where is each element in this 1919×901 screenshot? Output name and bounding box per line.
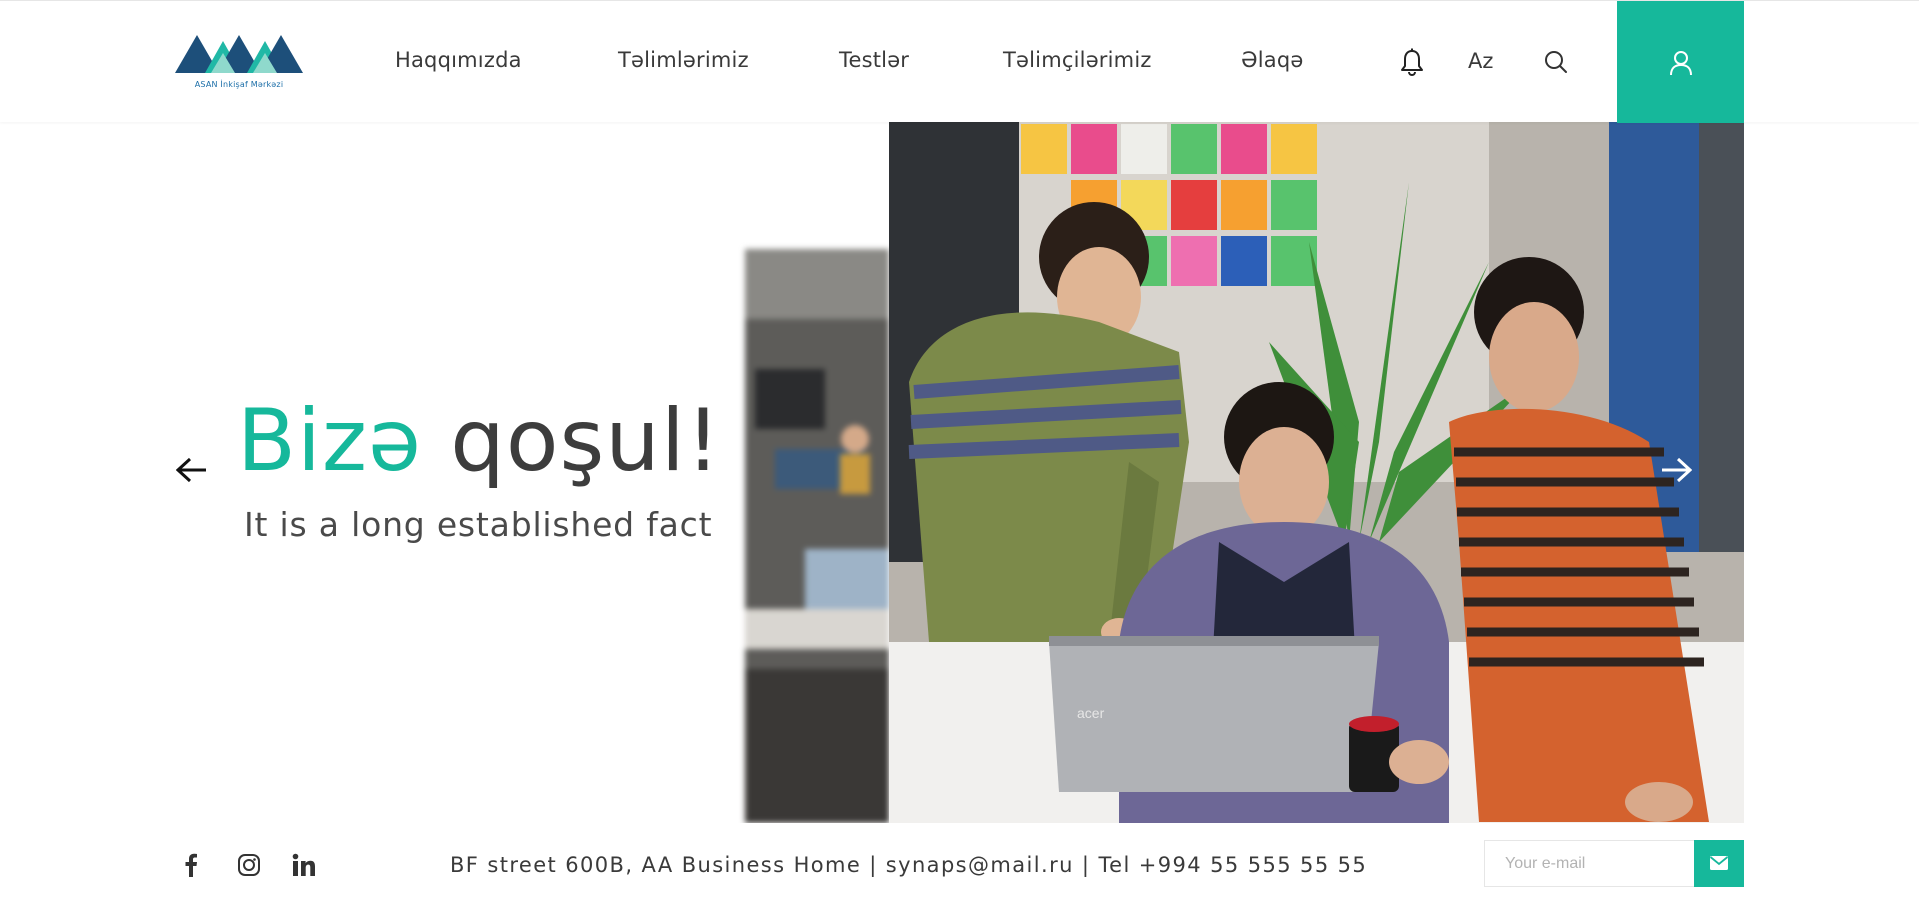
- hero-title: Bizə qoşul!: [237, 398, 721, 484]
- svg-text:acer: acer: [1077, 705, 1105, 721]
- logo-text: ASAN İnkişaf Mərkəzi: [194, 80, 284, 89]
- language-switcher[interactable]: Az: [1468, 49, 1493, 73]
- facebook-icon[interactable]: [184, 853, 198, 881]
- next-slide-arrow-icon[interactable]: [1660, 457, 1693, 487]
- hero-image: acer: [889, 122, 1744, 823]
- user-account-button[interactable]: [1617, 1, 1744, 123]
- logo-mark-icon: [175, 35, 303, 73]
- nav-item-trainings[interactable]: Təlimlərimiz: [618, 48, 749, 72]
- instagram-icon[interactable]: [237, 853, 261, 881]
- contact-address: BF street 600B, AA Business Home | synap…: [450, 853, 1368, 877]
- nav-item-about[interactable]: Haqqımızda: [395, 48, 522, 72]
- newsletter-email-input[interactable]: [1484, 840, 1694, 887]
- user-icon: [1670, 51, 1692, 76]
- nav-item-trainers[interactable]: Təlimçilərimiz: [1003, 48, 1152, 72]
- hero-previous-slide-preview[interactable]: [745, 249, 889, 823]
- logo[interactable]: ASAN İnkişaf Mərkəzi: [175, 29, 303, 93]
- site-footer: BF street 600B, AA Business Home | synap…: [0, 823, 1919, 901]
- hero-subtitle: It is a long established fact: [244, 505, 713, 544]
- search-icon[interactable]: [1544, 50, 1568, 78]
- nav-item-contact[interactable]: Əlaqə: [1241, 48, 1303, 72]
- site-header: ASAN İnkişaf Mərkəzi Haqqımızda Təlimlər…: [0, 0, 1919, 123]
- nav-item-tests[interactable]: Testlər: [839, 48, 909, 72]
- hero-title-rest: qoşul!: [450, 391, 722, 491]
- linkedin-icon[interactable]: [292, 853, 316, 881]
- hero-title-accent: Bizə: [237, 391, 422, 491]
- mail-icon: [1709, 856, 1729, 870]
- previous-slide-arrow-icon[interactable]: [175, 457, 208, 487]
- bell-icon[interactable]: [1400, 48, 1424, 80]
- newsletter-submit-button[interactable]: [1694, 840, 1744, 887]
